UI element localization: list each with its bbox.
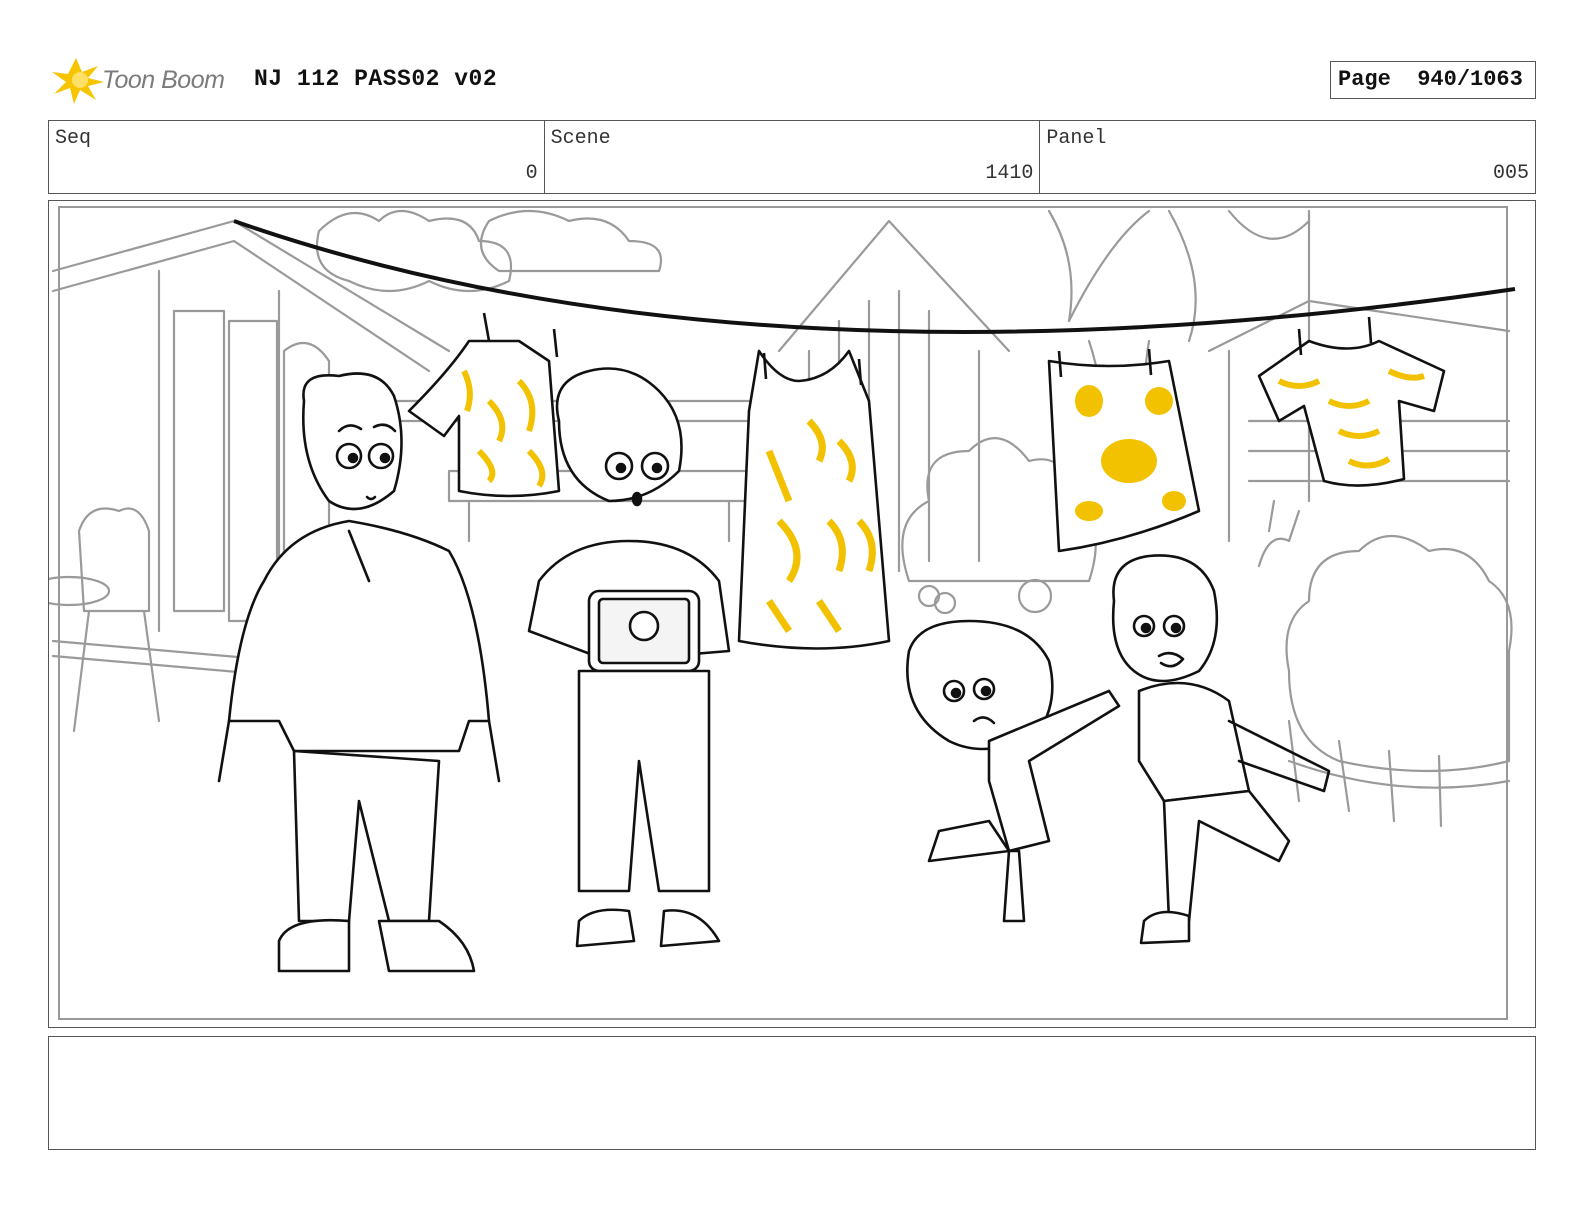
scene-cell: Scene 1410 [545, 121, 1041, 193]
character-man [217, 372, 501, 973]
character-girl [906, 619, 1121, 923]
seq-label: Seq [55, 127, 92, 150]
storyboard-sketch [49, 206, 1516, 1020]
panel-label: Panel [1046, 127, 1107, 150]
panel-cell: Panel 005 [1040, 121, 1535, 193]
storyboard-info-row: Seq 0 Scene 1410 Panel 005 [48, 120, 1536, 194]
scene-value: 1410 [985, 162, 1034, 185]
page-indicator: Page 940/1063 [1330, 61, 1536, 99]
toon-boom-starburst-icon [52, 58, 104, 104]
storyboard-panel [48, 200, 1536, 1028]
character-woman-with-tablet [527, 367, 731, 948]
document-title: NJ 112 PASS02 v02 [254, 66, 498, 92]
logo-text: Toon Boom [102, 66, 225, 94]
page-number: 940/1063 [1417, 67, 1523, 92]
page-label: Page [1338, 67, 1391, 92]
scene-label: Scene [550, 127, 611, 150]
panel-value: 005 [1493, 162, 1530, 185]
panel-notes-box [48, 1036, 1536, 1150]
seq-value: 0 [525, 162, 538, 185]
toon-boom-logo: Toon Boom [48, 52, 238, 108]
seq-cell: Seq 0 [49, 121, 545, 193]
page-header: Toon Boom NJ 112 PASS02 v02 Page 940/106… [48, 52, 1536, 112]
